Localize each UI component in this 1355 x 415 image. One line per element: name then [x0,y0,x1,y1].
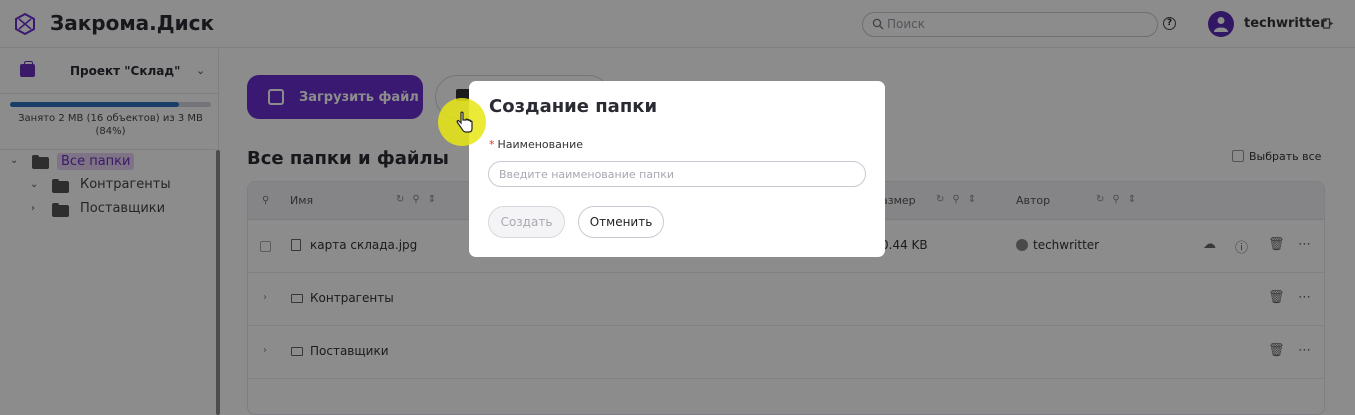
dialog-title: Создание папки [489,96,658,117]
create-folder-dialog: Создание папки *Наименование Создать Отм… [469,81,885,257]
folder-name-label: * Наименование [489,138,583,151]
hand-pointer-icon [456,111,473,133]
cancel-button[interactable]: Отменить [578,206,664,238]
create-button[interactable]: Создать [488,206,565,238]
folder-name-label-text: Наименование [497,138,583,151]
required-mark: * [489,138,495,151]
folder-name-input[interactable] [488,161,866,187]
